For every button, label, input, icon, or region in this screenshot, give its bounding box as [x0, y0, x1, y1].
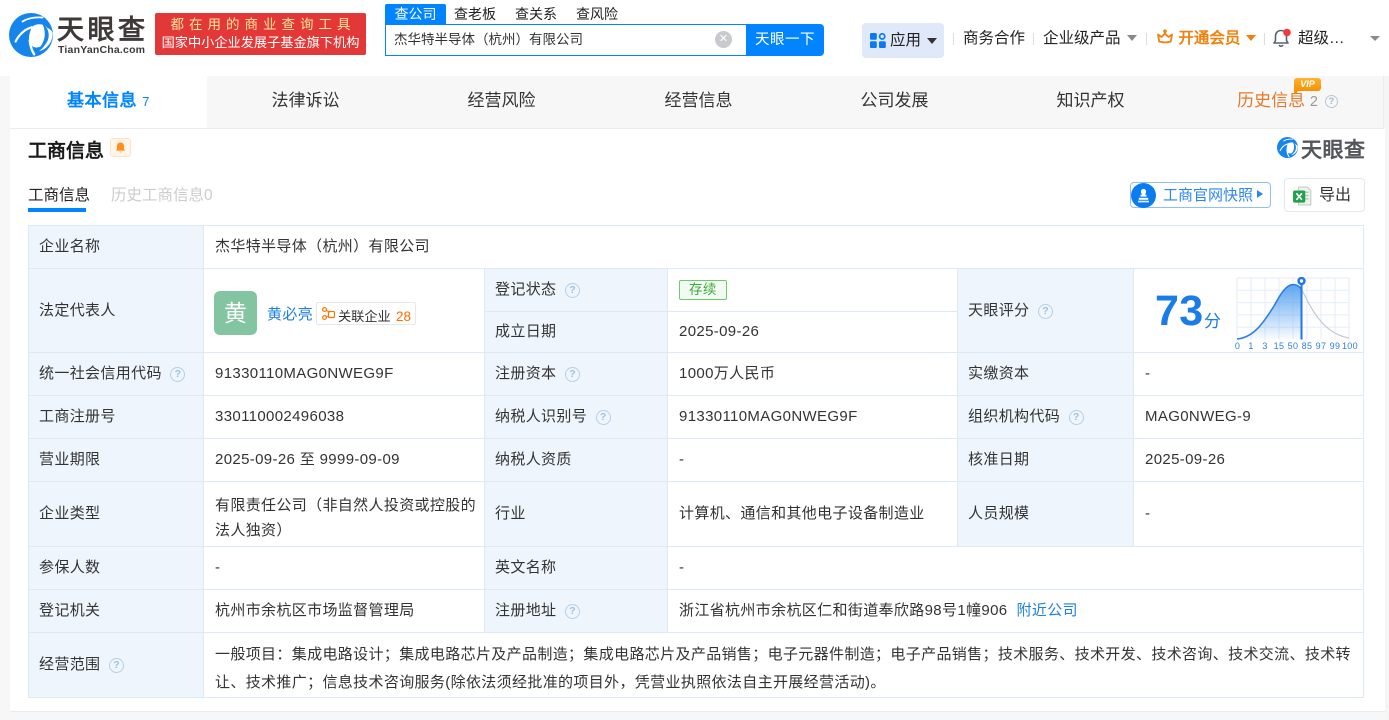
svg-text:1: 1 — [1248, 341, 1253, 351]
svg-text:50: 50 — [1288, 341, 1299, 351]
svg-text:0: 0 — [1235, 341, 1240, 351]
svg-text:97: 97 — [1316, 341, 1327, 351]
svg-text:99: 99 — [1330, 341, 1341, 351]
svg-text:3: 3 — [1262, 341, 1267, 351]
svg-text:85: 85 — [1302, 341, 1313, 351]
svg-text:100: 100 — [1342, 341, 1358, 351]
svg-text:15: 15 — [1274, 341, 1285, 351]
